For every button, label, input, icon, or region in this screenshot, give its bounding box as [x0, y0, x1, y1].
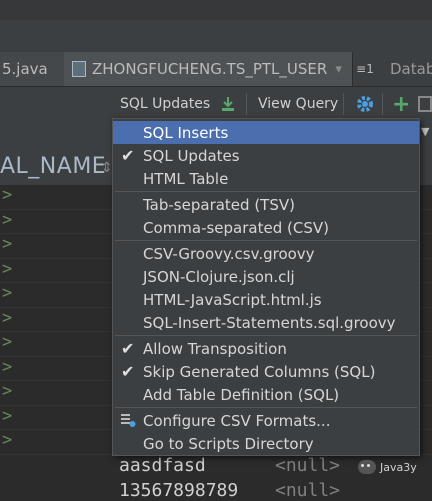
tab-label: 5.java: [2, 60, 48, 78]
watermark-label: Java3y: [380, 460, 417, 474]
menu-item-label: Comma-separated (CSV): [143, 218, 329, 237]
watermark: Java3y: [358, 460, 417, 474]
menu-item-sql-inserts[interactable]: SQL Inserts: [113, 121, 419, 144]
tab-java-file[interactable]: 5.java: [0, 52, 65, 86]
tab-label: ZHONGFUCHENG.TS_PTL_USER: [92, 60, 328, 78]
menu-item-label: Skip Generated Columns (SQL): [143, 362, 376, 381]
gear-icon[interactable]: [354, 87, 376, 121]
menu-separator: [115, 335, 417, 336]
data-extractor-menu: SQL Inserts ✔ SQL Updates HTML Table Tab-…: [112, 118, 420, 456]
menu-item-add-table-definition[interactable]: Add Table Definition (SQL): [113, 383, 419, 406]
result-toolbar: SQL Updates View Query +: [0, 87, 432, 121]
tab-label: Databa: [390, 60, 432, 78]
table-cell[interactable]: >: [2, 332, 12, 352]
tab-overflow-menu[interactable]: ≡1: [346, 52, 384, 86]
menu-item-label: HTML-JavaScript.html.js: [143, 290, 322, 309]
table-cell[interactable]: >: [2, 308, 12, 328]
table-cell[interactable]: >: [2, 357, 12, 377]
menu-item-label: JSON-Clojure.json.clj: [143, 267, 295, 286]
extractor-select[interactable]: SQL Updates: [120, 87, 210, 121]
check-icon: ✔: [121, 146, 135, 165]
table-cell[interactable]: >: [2, 430, 12, 450]
menu-item-label: Allow Transposition: [143, 339, 287, 358]
table-cell[interactable]: >: [2, 406, 12, 426]
toolbar-separator: [382, 93, 383, 115]
table-cell[interactable]: aasdfasd: [119, 455, 206, 476]
table-cell[interactable]: >: [2, 381, 12, 401]
menu-item-label: SQL Inserts: [143, 123, 229, 142]
menu-item-tsv[interactable]: Tab-separated (TSV): [113, 193, 419, 216]
menu-item-allow-transposition[interactable]: ✔ Allow Transposition: [113, 337, 419, 360]
view-query-label: View Query: [258, 96, 339, 112]
menu-item-configure-csv[interactable]: Configure CSV Formats...: [113, 409, 419, 432]
menu-item-label: Go to Scripts Directory: [143, 434, 314, 453]
sort-icon[interactable]: ⇕: [101, 160, 113, 176]
menu-item-skip-generated[interactable]: ✔ Skip Generated Columns (SQL): [113, 360, 419, 383]
menu-item-html-table[interactable]: HTML Table: [113, 167, 419, 190]
menu-item-label: Add Table Definition (SQL): [143, 385, 340, 404]
add-symbol: +: [392, 91, 411, 117]
add-icon[interactable]: +: [392, 87, 410, 121]
table-cell[interactable]: >: [2, 185, 12, 205]
table-file-icon: [72, 61, 86, 77]
tab-dropdown-icon[interactable]: ▾: [335, 62, 342, 77]
table-cell[interactable]: >: [2, 234, 12, 254]
check-icon: ✔: [121, 339, 135, 358]
menu-item-label: Tab-separated (TSV): [143, 195, 295, 214]
menu-item-scripts-directory[interactable]: Go to Scripts Directory: [113, 432, 419, 455]
menu-item-csv-groovy[interactable]: CSV-Groovy.csv.groovy: [113, 242, 419, 265]
tab-overflow-label: ≡1: [356, 62, 374, 76]
menu-item-label: HTML Table: [143, 169, 229, 188]
table-cell[interactable]: >: [2, 210, 12, 230]
check-icon: ✔: [121, 362, 135, 381]
menu-separator: [115, 240, 417, 241]
menu-item-label: SQL-Insert-Statements.sql.groovy: [143, 313, 396, 332]
top-bar: [0, 0, 432, 52]
menu-item-sql-updates[interactable]: ✔ SQL Updates: [113, 144, 419, 167]
menu-item-html-javascript[interactable]: HTML-JavaScript.html.js: [113, 288, 419, 311]
menu-item-json-clojure[interactable]: JSON-Clojure.json.clj: [113, 265, 419, 288]
wechat-icon: [358, 460, 376, 474]
panel-icon[interactable]: [418, 87, 432, 121]
menu-separator: [115, 407, 417, 408]
extractor-label: SQL Updates: [120, 96, 211, 112]
top-bar-shade: [0, 0, 432, 20]
table-settings-icon: [121, 414, 136, 427]
table-cell[interactable]: >: [2, 259, 12, 279]
menu-item-label: Configure CSV Formats...: [143, 411, 331, 430]
column-name: AL_NAME: [0, 154, 107, 179]
table-cell[interactable]: 13567898789: [119, 480, 238, 501]
menu-separator: [115, 191, 417, 192]
menu-item-label: SQL Updates: [143, 146, 240, 165]
view-query-button[interactable]: View Query: [258, 87, 338, 121]
menu-item-sql-insert-statements[interactable]: SQL-Insert-Statements.sql.groovy: [113, 311, 419, 334]
toolbar-separator: [343, 93, 344, 115]
editor-tab-bar: 5.java ZHONGFUCHENG.TS_PTL_USER ▾ ≡1 Dat…: [0, 52, 432, 87]
menu-item-label: CSV-Groovy.csv.groovy: [143, 244, 315, 263]
scroll-down-icon[interactable]: ▼: [421, 125, 429, 138]
null-cell[interactable]: <null>: [275, 480, 340, 501]
tab-database[interactable]: Databa: [386, 52, 432, 86]
table-cell[interactable]: >: [2, 283, 12, 303]
toolbar-separator: [246, 93, 247, 115]
null-cell[interactable]: <null>: [275, 455, 340, 476]
export-download-icon[interactable]: [218, 87, 238, 121]
tab-table-user[interactable]: ZHONGFUCHENG.TS_PTL_USER ▾: [64, 52, 353, 86]
menu-item-csv[interactable]: Comma-separated (CSV): [113, 216, 419, 239]
